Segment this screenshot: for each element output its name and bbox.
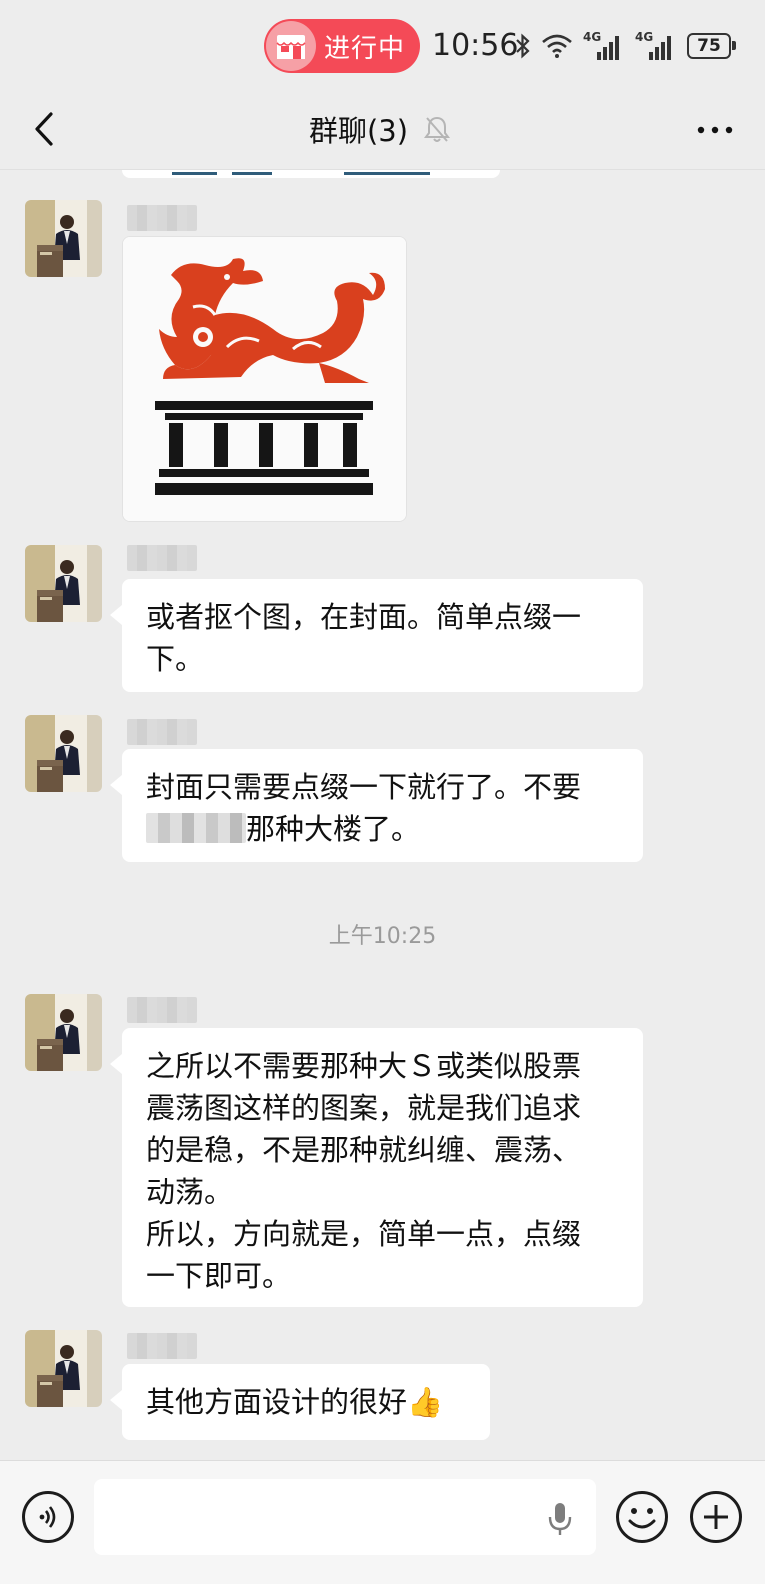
plus-icon xyxy=(704,1505,728,1529)
message-line: 下。 xyxy=(146,642,205,676)
voice-toggle-button[interactable] xyxy=(22,1491,74,1543)
clock: 10:56 xyxy=(432,28,519,63)
message-line: 那种大楼了。 xyxy=(246,812,421,846)
message-line: 震荡图这样的图案，就是我们追求 xyxy=(146,1091,582,1125)
more-button[interactable] xyxy=(695,110,735,150)
signal-4g-icon: 4G xyxy=(583,30,625,60)
timestamp: 上午10:25 xyxy=(328,924,437,949)
dragon-pillar-logo xyxy=(123,237,406,521)
message-line: 所以，方向就是，简单一点，点缀 xyxy=(146,1217,582,1251)
sender-name-redacted xyxy=(127,1333,197,1359)
sender-name-redacted xyxy=(127,205,197,231)
message-bubble[interactable]: 之所以不需要那种大Ｓ或类似股票 震荡图这样的图案，就是我们追求 的是稳，不是那种… xyxy=(110,1028,643,1307)
emoji-icon xyxy=(616,1491,668,1543)
avatar[interactable] xyxy=(25,200,102,277)
bluetooth-icon xyxy=(516,33,530,59)
image-attachment[interactable] xyxy=(122,236,407,522)
live-label: 进行中 xyxy=(324,33,406,64)
live-activity-pill[interactable]: 进行中 xyxy=(264,19,420,73)
chat-title: 群聊(3) xyxy=(308,114,409,148)
emoji-button[interactable] xyxy=(614,1489,670,1545)
avatar[interactable] xyxy=(25,715,102,792)
signal-4g-icon-2: 4G xyxy=(635,30,677,60)
voice-icon xyxy=(39,1506,56,1528)
message-line: 动荡。 xyxy=(146,1175,234,1209)
title-bar: 群聊(3) xyxy=(0,90,765,170)
mic-button[interactable] xyxy=(540,1497,580,1541)
more-actions-button[interactable] xyxy=(690,1491,742,1543)
store-icon xyxy=(266,21,316,71)
sender-name-redacted xyxy=(127,719,197,745)
redacted-text xyxy=(146,813,246,843)
message-line: 或者抠个图，在封面。简单点缀一 xyxy=(146,600,582,634)
thumbs-up-icon: 👍 xyxy=(407,1385,444,1419)
message-bubble[interactable]: 或者抠个图，在封面。简单点缀一 下。 xyxy=(110,579,643,692)
message-line: 封面只需要点缀一下就行了。不要 xyxy=(146,770,582,804)
avatar[interactable] xyxy=(25,994,102,1071)
mute-bell-icon xyxy=(424,116,451,142)
message-line: 一下即可。 xyxy=(146,1259,292,1293)
status-bar: 进行中 10:56 4G 4G 75 xyxy=(0,0,765,90)
message-line: 其他方面设计的很好 xyxy=(146,1385,408,1419)
avatar[interactable] xyxy=(25,1330,102,1407)
input-bar xyxy=(0,1460,765,1584)
message-line: 之所以不需要那种大Ｓ或类似股票 xyxy=(146,1049,582,1083)
message-input[interactable] xyxy=(94,1479,596,1555)
message-bubble[interactable]: 封面只需要点缀一下就行了。不要 那种大楼了。 xyxy=(110,749,643,862)
mic-icon xyxy=(548,1503,572,1535)
battery-indicator: 75 xyxy=(687,33,736,59)
system-icons: 4G 4G 75 xyxy=(515,28,736,64)
previous-message-fragment xyxy=(122,170,500,178)
message-bubble[interactable]: 其他方面设计的很好👍 xyxy=(110,1364,490,1440)
more-icon xyxy=(697,126,733,134)
wifi-icon xyxy=(542,34,572,58)
message-line: 的是稳，不是那种就纠缠、震荡、 xyxy=(146,1133,582,1167)
avatar[interactable] xyxy=(25,545,102,622)
sender-name-redacted xyxy=(127,997,197,1023)
sender-name-redacted xyxy=(127,545,197,571)
